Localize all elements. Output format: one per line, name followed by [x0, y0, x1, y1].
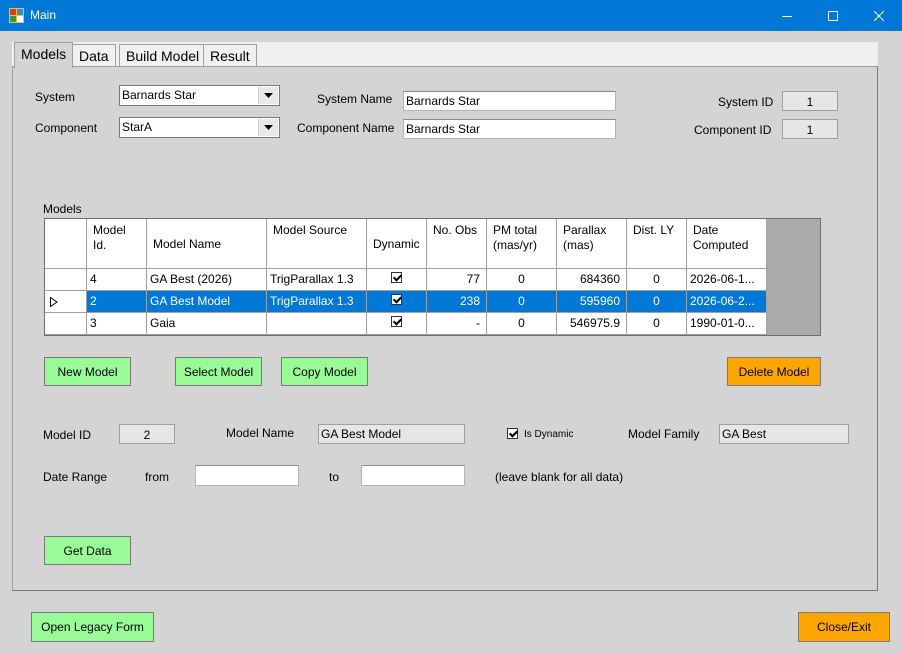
table-cell-dynamic[interactable]	[367, 291, 427, 313]
is-dynamic-checkbox[interactable]	[507, 428, 518, 442]
column-header-parallax[interactable]: Parallax (mas)	[557, 219, 627, 269]
close-exit-button[interactable]: Close/Exit	[798, 612, 890, 642]
checkbox-checked-icon[interactable]	[391, 316, 402, 327]
models-grid-label: Models	[43, 202, 82, 216]
copy-model-button[interactable]: Copy Model	[281, 357, 368, 386]
column-header-pm-total[interactable]: PM total (mas/yr)	[487, 219, 557, 269]
new-model-button[interactable]: New Model	[44, 357, 131, 386]
table-cell-dynamic[interactable]	[367, 269, 427, 291]
table-cell-no-obs[interactable]: -	[427, 313, 487, 335]
column-header-model-source[interactable]: Model Source	[267, 219, 367, 269]
grid-corner-header	[45, 219, 87, 269]
column-header-date-computed[interactable]: Date Computed	[687, 219, 767, 269]
checkbox-checked-icon[interactable]	[507, 428, 518, 439]
row-header[interactable]	[45, 269, 87, 291]
app-icon	[9, 8, 24, 23]
model-name-label: Model Name	[226, 426, 295, 440]
is-dynamic-label: Is Dynamic	[524, 429, 574, 440]
system-name-label: System Name	[317, 92, 393, 106]
component-combo-value: StarA	[122, 120, 153, 134]
system-label: System	[35, 90, 76, 104]
table-cell-date-computed[interactable]: 2026-06-1...	[687, 269, 767, 291]
table-cell-date-computed[interactable]: 1990-01-0...	[687, 313, 767, 335]
model-id-field: 2	[119, 424, 175, 444]
tab-models[interactable]: Models	[14, 42, 74, 68]
to-label: to	[329, 470, 340, 484]
delete-model-button[interactable]: Delete Model	[727, 357, 821, 386]
table-cell-no-obs[interactable]: 238	[427, 291, 487, 313]
column-header-dynamic[interactable]: Dynamic	[367, 219, 427, 269]
model-family-field[interactable]: GA Best	[719, 424, 849, 444]
table-cell-model-id[interactable]: 4	[87, 269, 147, 291]
table-cell-parallax[interactable]: 546975.9	[557, 313, 627, 335]
component-label: Component	[35, 121, 98, 135]
table-cell-pm-total[interactable]: 0	[487, 269, 557, 291]
window-title: Main	[30, 8, 57, 22]
system-combo[interactable]: Barnards Star	[119, 85, 280, 106]
table-cell-date-computed[interactable]: 2026-06-2...	[687, 291, 767, 313]
table-cell-no-obs[interactable]: 77	[427, 269, 487, 291]
checkbox-checked-icon[interactable]	[391, 272, 402, 283]
table-cell-parallax[interactable]: 684360	[557, 269, 627, 291]
table-cell-model-source[interactable]: TrigParallax 1.3	[267, 269, 367, 291]
component-id-field: 1	[782, 119, 838, 139]
table-cell-model-name[interactable]: GA Best (2026)	[147, 269, 267, 291]
date-to-field[interactable]	[361, 465, 465, 486]
chevron-down-icon[interactable]	[258, 87, 278, 104]
table-cell-model-source[interactable]	[267, 313, 367, 335]
table-cell-dist-ly[interactable]: 0	[627, 291, 687, 313]
date-range-label: Date Range	[43, 470, 108, 484]
row-header[interactable]	[45, 313, 87, 335]
component-name-label: Component Name	[297, 121, 395, 135]
tab-build-model[interactable]: Build Model	[119, 44, 207, 66]
open-legacy-form-button[interactable]: Open Legacy Form	[31, 612, 154, 642]
maximize-icon	[828, 10, 838, 21]
minimize-button[interactable]	[764, 0, 810, 31]
table-cell-dist-ly[interactable]: 0	[627, 313, 687, 335]
from-label: from	[145, 470, 169, 484]
table-cell-pm-total[interactable]: 0	[487, 291, 557, 313]
close-button[interactable]	[856, 0, 902, 31]
component-id-label: Component ID	[694, 123, 772, 137]
column-header-model-name[interactable]: Model Name	[147, 219, 267, 269]
current-row-arrow-icon	[50, 297, 58, 307]
tab-data[interactable]: Data	[72, 44, 116, 66]
system-name-field[interactable]: Barnards Star	[403, 91, 616, 111]
date-from-field[interactable]	[195, 465, 299, 486]
column-header-model-id[interactable]: Model Id.	[87, 219, 147, 269]
table-cell-model-source[interactable]: TrigParallax 1.3	[267, 291, 367, 313]
table-cell-dist-ly[interactable]: 0	[627, 269, 687, 291]
table-cell-pm-total[interactable]: 0	[487, 313, 557, 335]
model-id-label: Model ID	[43, 428, 92, 442]
checkbox-checked-icon[interactable]	[391, 294, 402, 305]
title-bar: Main	[0, 0, 902, 31]
chevron-down-icon[interactable]	[258, 119, 278, 136]
system-id-field: 1	[782, 91, 838, 111]
row-header-current[interactable]	[45, 291, 87, 313]
tab-result[interactable]: Result	[203, 44, 257, 66]
component-combo[interactable]: StarA	[119, 117, 280, 138]
models-grid[interactable]: Model Id. Model Name Model Source Dynami…	[44, 218, 821, 336]
system-combo-value: Barnards Star	[122, 88, 197, 102]
model-name-field[interactable]: GA Best Model	[318, 424, 465, 444]
maximize-button[interactable]	[810, 0, 856, 31]
component-name-field[interactable]: Barnards Star	[403, 119, 616, 139]
table-cell-model-name[interactable]: Gaia	[147, 313, 267, 335]
table-cell-model-id[interactable]: 2	[87, 291, 147, 313]
select-model-button[interactable]: Select Model	[175, 357, 262, 386]
system-id-label: System ID	[718, 95, 774, 109]
table-cell-dynamic[interactable]	[367, 313, 427, 335]
column-header-no-obs[interactable]: No. Obs	[427, 219, 487, 269]
close-icon	[874, 10, 884, 21]
table-cell-model-id[interactable]: 3	[87, 313, 147, 335]
column-header-dist-ly[interactable]: Dist. LY	[627, 219, 687, 269]
date-range-hint: (leave blank for all data)	[495, 470, 624, 484]
get-data-button[interactable]: Get Data	[44, 536, 131, 565]
model-family-label: Model Family	[628, 427, 700, 441]
minimize-icon	[782, 15, 792, 17]
table-cell-parallax[interactable]: 595960	[557, 291, 627, 313]
table-cell-model-name[interactable]: GA Best Model	[147, 291, 267, 313]
